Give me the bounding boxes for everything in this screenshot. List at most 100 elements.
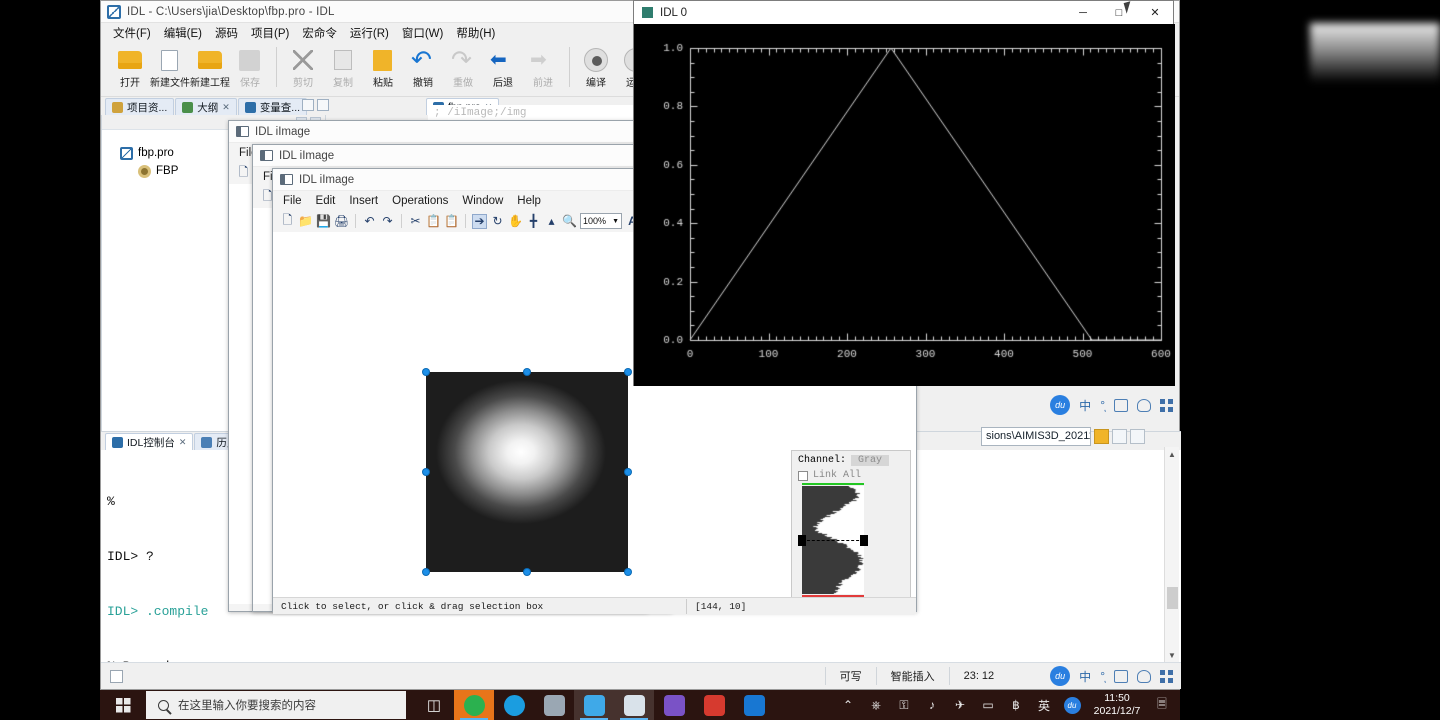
sidebar-item-variable-watch[interactable]: 变量查... (238, 98, 307, 115)
menu-window[interactable]: 窗口(W) (402, 25, 444, 41)
close-icon[interactable]: ✕ (179, 437, 187, 448)
pan-hand-icon[interactable]: ✋ (508, 214, 523, 229)
ime-lang-icon[interactable]: 英 (1030, 690, 1058, 720)
menu-file[interactable]: File (283, 195, 302, 207)
link-all-checkbox[interactable] (798, 471, 808, 481)
menu-run[interactable]: 运行(R) (350, 25, 389, 41)
histogram-widget[interactable] (802, 486, 864, 594)
taskbar-app-photos[interactable] (654, 690, 694, 720)
chevron-down-icon[interactable]: ▼ (612, 218, 619, 225)
taskbar-app-browser[interactable] (494, 690, 534, 720)
run-file-icon[interactable] (1112, 429, 1127, 444)
maximize-panel-icon[interactable] (1166, 429, 1181, 444)
histogram-bottom-marker[interactable] (802, 595, 864, 597)
print-icon[interactable]: 🖨 (334, 214, 349, 229)
idl0-plot-area[interactable] (634, 24, 1173, 386)
user-icon[interactable] (1137, 670, 1151, 683)
ime-language-icon[interactable]: 中 (1079, 397, 1091, 414)
baidu-ime-icon[interactable]: du (1050, 666, 1070, 686)
resize-handle-s[interactable] (524, 569, 530, 575)
minimize-panel-icon[interactable] (1148, 429, 1163, 444)
baidu-ime-icon[interactable]: du (1058, 690, 1086, 720)
taskbar-clock[interactable]: 11:50 2021/12/7 (1086, 690, 1148, 720)
resize-handle-n[interactable] (524, 369, 530, 375)
resize-handle-ne[interactable] (625, 369, 631, 375)
undo-icon[interactable]: ↶ (362, 214, 377, 229)
idl0-plot-window[interactable]: IDL 0 ─ □ ✕ (633, 0, 1174, 386)
menu-help[interactable]: Help (517, 195, 541, 207)
sidebar-item-project-explorer[interactable]: 项目资... (105, 98, 174, 115)
microphone-icon[interactable]: ⎈ (862, 690, 890, 720)
toolbar-back-button[interactable]: 后退 (484, 47, 522, 89)
panel-window-controls[interactable] (302, 99, 329, 111)
show-hidden-icons-chevron[interactable]: ⌃ (834, 690, 862, 720)
export-icon[interactable] (1130, 429, 1145, 444)
menu-help[interactable]: 帮助(H) (456, 25, 495, 41)
rotate-icon[interactable]: ↻ (490, 214, 505, 229)
minimize-panel-icon[interactable] (302, 99, 314, 111)
new-file-icon[interactable]: 🗋 (236, 166, 251, 181)
ime-toolbar[interactable]: du 中 °ͅ (1050, 395, 1173, 415)
toolbar-undo-button[interactable]: 撤销 (404, 47, 442, 89)
toolbox-icon[interactable] (1114, 399, 1128, 412)
maximize-button[interactable]: □ (1101, 1, 1137, 24)
histogram-handle-right[interactable] (860, 535, 868, 546)
vertical-scrollbar[interactable]: ▲ ▼ (1164, 447, 1179, 663)
resize-handle-w[interactable] (423, 469, 429, 475)
menu-macros[interactable]: 宏命令 (302, 25, 337, 41)
search-input[interactable]: 在这里输入你要搜索的内容 (146, 691, 406, 719)
histogram-handle-left[interactable] (798, 535, 806, 546)
task-view-button[interactable]: ◫ (414, 690, 454, 720)
menu-window[interactable]: Window (462, 195, 503, 207)
monitor-icon[interactable] (1114, 670, 1128, 683)
grid-icon[interactable] (1160, 399, 1173, 412)
crop-icon[interactable]: ╋ (526, 214, 541, 229)
volume-icon[interactable]: ♪ (918, 690, 946, 720)
cut-icon[interactable]: ✂ (408, 214, 423, 229)
network-icon[interactable]: ✈ (946, 690, 974, 720)
paste-icon[interactable]: 📋 (444, 214, 459, 229)
menu-edit[interactable]: Edit (316, 195, 336, 207)
menu-edit[interactable]: 编辑(E) (164, 25, 202, 41)
resize-handle-e[interactable] (625, 469, 631, 475)
tab-idl-console[interactable]: IDL控制台 ✕ (105, 433, 193, 450)
sidebar-item-outline[interactable]: 大纲 ✕ (175, 98, 237, 115)
resize-handle-nw[interactable] (423, 369, 429, 375)
menu-source[interactable]: 源码 (215, 25, 238, 41)
profile-plot-icon[interactable]: ▴ (544, 214, 559, 229)
taskbar-app-printer[interactable] (534, 690, 574, 720)
scroll-down-arrow-icon[interactable]: ▼ (1165, 648, 1179, 663)
toolbar-new-project-button[interactable]: 新建工程 (191, 47, 229, 89)
open-folder-icon[interactable] (1094, 429, 1109, 444)
open-folder-icon[interactable]: 📁 (298, 214, 313, 229)
link-all-row[interactable]: Link All (798, 470, 910, 481)
resize-handle-se[interactable] (625, 569, 631, 575)
save-icon[interactable]: 💾 (316, 214, 331, 229)
user-icon[interactable] (1137, 399, 1151, 412)
toolbar-new-file-button[interactable]: 新建文件 (151, 47, 189, 89)
redo-icon[interactable]: ↷ (380, 214, 395, 229)
minimize-button[interactable]: ─ (1065, 1, 1101, 24)
scrollbar-thumb[interactable] (1167, 587, 1178, 609)
select-arrow-icon[interactable]: ➔ (472, 214, 487, 229)
ime-punctuation-icon[interactable]: °ͅ (1100, 398, 1105, 412)
histogram-top-marker[interactable] (802, 483, 864, 485)
menu-insert[interactable]: Insert (349, 195, 378, 207)
scroll-up-arrow-icon[interactable]: ▲ (1165, 447, 1179, 462)
menu-file[interactable]: 文件(F) (113, 25, 151, 41)
new-file-icon[interactable]: 🗋 (280, 214, 295, 229)
channel-value[interactable]: Gray (851, 455, 889, 466)
taskbar-app-wechat[interactable] (454, 690, 494, 720)
path-combo[interactable]: sions\AIMIS3D_20211203a ▼ (981, 427, 1091, 446)
menu-project[interactable]: 项目(P) (251, 25, 289, 41)
menu-operations[interactable]: Operations (392, 195, 448, 207)
toolbar-compile-button[interactable]: 编译 (577, 47, 615, 89)
notifications-icon[interactable]: 🗏 (1148, 690, 1176, 720)
resize-handle-sw[interactable] (423, 569, 429, 575)
close-icon[interactable]: ✕ (222, 102, 230, 113)
taskbar-app-wps[interactable] (694, 690, 734, 720)
toolbar-open-button[interactable]: 打开 (111, 47, 149, 89)
image-object[interactable] (426, 372, 628, 572)
taskbar-app-idl[interactable] (614, 690, 654, 720)
taskbar-app-dicom-viewer[interactable] (574, 690, 614, 720)
